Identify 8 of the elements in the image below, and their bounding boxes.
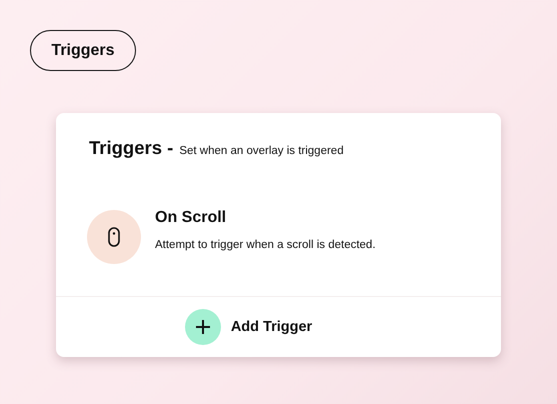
- card-title: Triggers -: [89, 137, 174, 159]
- add-trigger-button[interactable]: Add Trigger: [184, 309, 312, 345]
- plus-icon: [184, 309, 221, 345]
- card-subtitle: Set when an overlay is triggered: [179, 145, 344, 157]
- trigger-name: On Scroll: [155, 208, 228, 226]
- trigger-description: Attempt to trigger when a scroll is detected.: [155, 238, 376, 250]
- mouse-icon: [108, 226, 120, 246]
- section-badge: Triggers: [30, 30, 136, 71]
